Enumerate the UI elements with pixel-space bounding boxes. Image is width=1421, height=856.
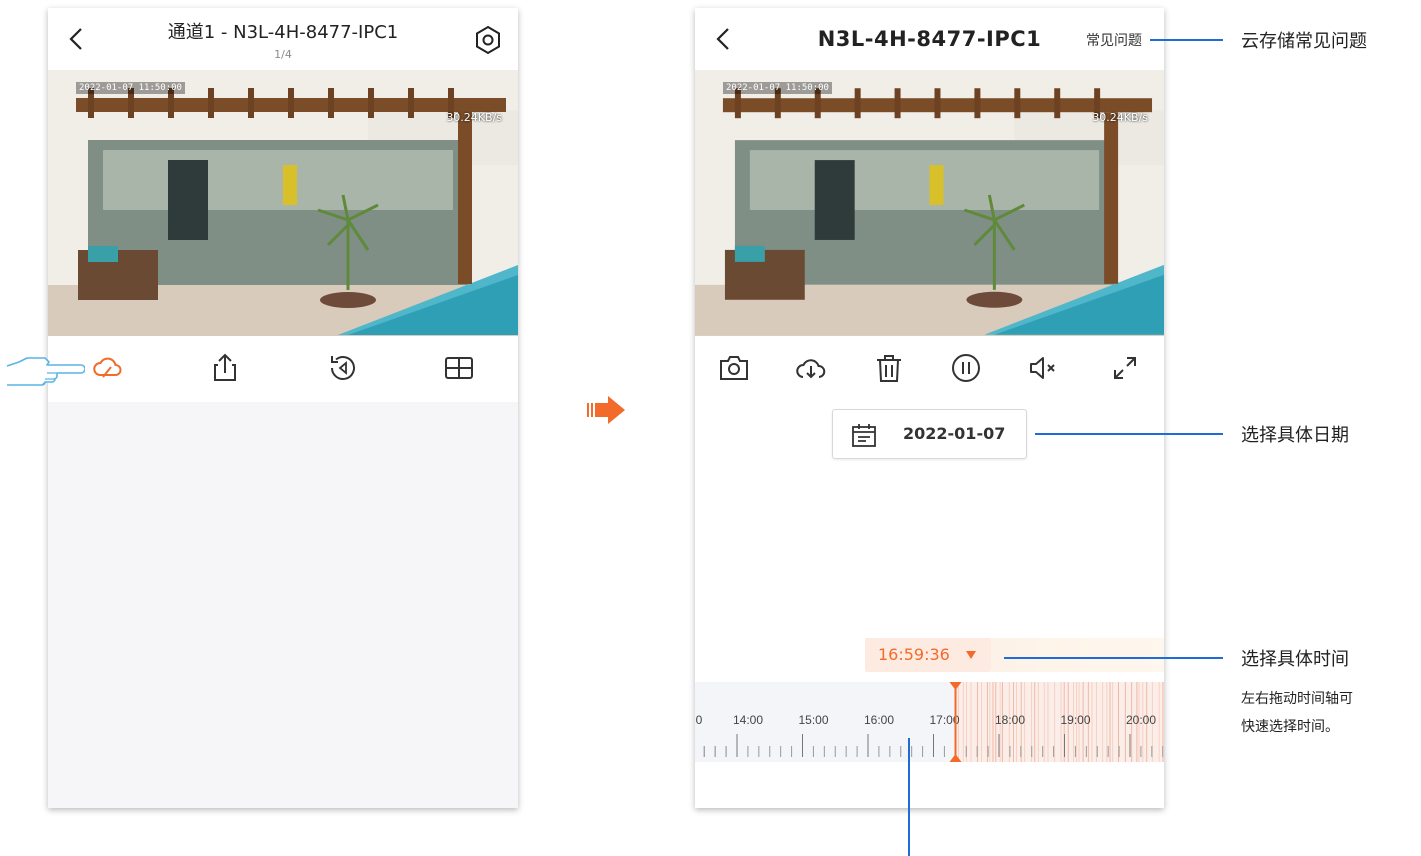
channel-index: 1/4 — [274, 48, 292, 61]
hour-label: 0 — [696, 713, 703, 727]
hour-label: 18:00 — [995, 713, 1025, 727]
callout-line-timeline — [908, 738, 910, 856]
callout-line-faq — [1150, 39, 1223, 41]
pointing-hand-icon — [6, 357, 85, 386]
top-bar: N3L-4H-8477-IPC1 常见问题 — [695, 8, 1164, 70]
fullscreen-icon[interactable] — [1107, 350, 1143, 386]
live-video[interactable]: 2022-01-07 11:50:00 30.24KB/s — [48, 70, 518, 336]
hour-label: 15:00 — [798, 713, 828, 727]
time-badge-highlight — [991, 638, 1164, 672]
hour-label: 14:00 — [733, 713, 763, 727]
video-bitrate: 30.24KB/s — [1092, 111, 1148, 124]
patio-scene-image — [695, 70, 1164, 336]
video-toolbar — [48, 336, 518, 402]
next-step-arrow-icon — [587, 396, 625, 424]
hour-label: 16:00 — [864, 713, 894, 727]
callout-time: 选择具体时间 — [1241, 649, 1349, 670]
hour-label: 19:00 — [1060, 713, 1090, 727]
share-icon[interactable] — [207, 350, 243, 386]
selected-date: 2022-01-07 — [903, 424, 1006, 443]
timeline-scrubber[interactable]: 0 14:00 15:00 16:00 17:00 18:00 19:00 20:00 — [695, 682, 1164, 762]
callout-faq: 云存储常见问题 — [1241, 31, 1367, 52]
page-title: 通道1 - N3L-4H-8477-IPC1 — [167, 22, 399, 43]
settings-icon[interactable] — [472, 24, 504, 56]
timeline-ruler: 0 14:00 15:00 16:00 17:00 18:00 19:00 20:00 — [696, 682, 1164, 762]
download-icon[interactable] — [793, 350, 829, 386]
patio-scene-image — [48, 70, 518, 336]
date-picker-button[interactable]: 2022-01-07 — [832, 409, 1027, 459]
callout-time-hint-2: 快速选择时间。 — [1241, 719, 1339, 735]
current-time: 16:59:36 — [878, 645, 950, 664]
delete-icon[interactable] — [871, 350, 907, 386]
callout-date: 选择具体日期 — [1241, 425, 1349, 446]
faq-link[interactable]: 常见问题 — [1086, 30, 1142, 50]
hour-label: 20:00 — [1126, 713, 1156, 727]
video-bitrate: 30.24KB/s — [446, 111, 502, 124]
time-selector-button[interactable]: 16:59:36 — [865, 638, 991, 672]
mute-icon[interactable] — [1025, 350, 1061, 386]
dropdown-triangle-icon — [966, 651, 976, 659]
top-bar: 通道1 - N3L-4H-8477-IPC1 1/4 — [48, 8, 518, 70]
playback-icon[interactable] — [325, 350, 361, 386]
video-timestamp: 2022-01-07 11:50:00 — [76, 82, 185, 94]
left-phone-screen: 通道1 - N3L-4H-8477-IPC1 1/4 2022-01-07 11… — [48, 8, 518, 808]
cloud-video[interactable]: 2022-01-07 11:50:00 30.24KB/s — [695, 70, 1164, 336]
callout-line-time — [1004, 657, 1223, 659]
multi-view-icon[interactable] — [441, 350, 477, 386]
snapshot-icon[interactable] — [716, 350, 752, 386]
pause-icon[interactable] — [948, 350, 984, 386]
callout-line-date — [1035, 433, 1223, 435]
callout-time-hint-1: 左右拖动时间轴可 — [1241, 691, 1353, 707]
right-phone-screen: N3L-4H-8477-IPC1 常见问题 2022-01-07 11:50:0… — [695, 8, 1164, 808]
video-timestamp: 2022-01-07 11:50:00 — [723, 82, 832, 94]
calendar-icon — [852, 424, 876, 447]
playback-toolbar — [695, 336, 1164, 402]
cloud-icon[interactable] — [90, 350, 126, 386]
